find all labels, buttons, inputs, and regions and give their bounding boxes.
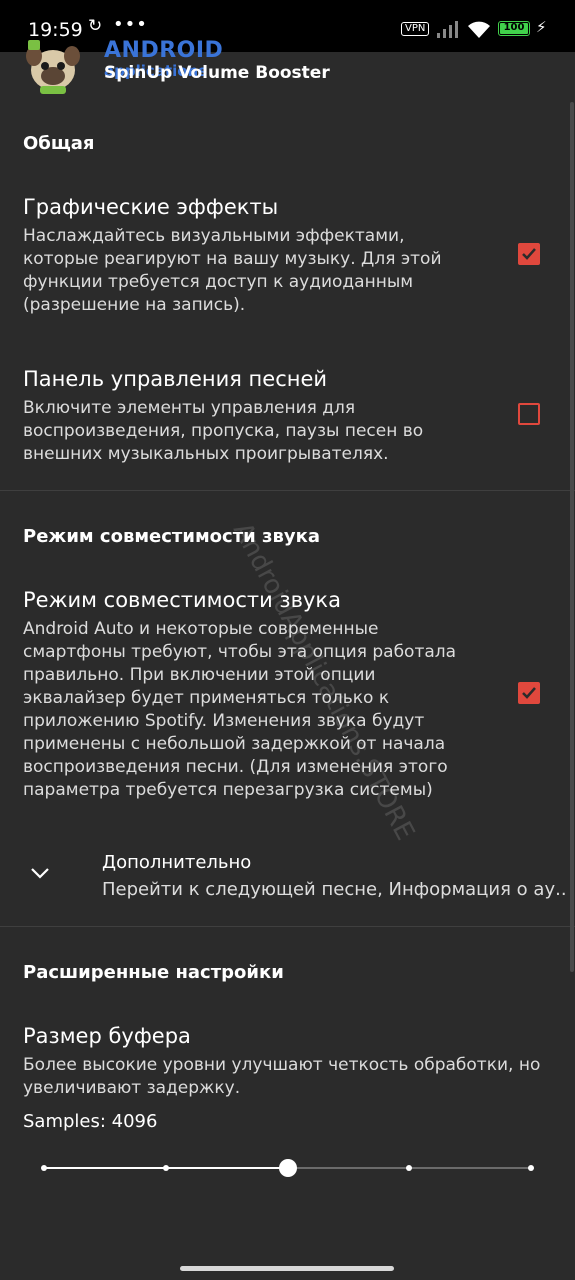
wifi-icon — [468, 21, 490, 38]
pref-summary: Более высокие уровни улучшают четкость о… — [23, 1055, 541, 1098]
section-title-compat: Режим совместимости звука — [23, 526, 320, 547]
pref-title: Размер буфера — [23, 1024, 191, 1048]
pref-summary: Наслаждайтесь визуальными эффектами, кот… — [23, 226, 442, 315]
divider — [0, 926, 575, 927]
song-panel-checkbox[interactable] — [518, 403, 540, 425]
checkmark-icon — [522, 248, 536, 260]
checkmark-icon — [522, 687, 536, 699]
pref-title: Графические эффекты — [23, 195, 279, 219]
more-notifications-icon: ••• — [113, 14, 148, 35]
watermark-logo-word: ANDROID — [104, 38, 224, 63]
status-bar: 19:59 ↻ ••• VPN 100 ⚡ — [0, 0, 575, 52]
section-title-extended: Расширенные настройки — [23, 962, 284, 983]
battery-icon: 100 — [498, 21, 530, 36]
samples-value: Samples: 4096 — [23, 1111, 158, 1132]
advanced-summary: Перейти к следующей песне, Информация о … — [102, 879, 567, 900]
slider-tick — [406, 1165, 413, 1171]
graphic-effects-checkbox[interactable] — [518, 243, 540, 265]
slider-thumb[interactable] — [278, 1159, 297, 1177]
gesture-nav-bar[interactable] — [180, 1266, 394, 1271]
page-title: SpinUp Volume Booster — [104, 63, 330, 83]
chevron-down-icon — [31, 868, 49, 879]
section-title-general: Общая — [23, 133, 95, 154]
battery-level: 100 — [503, 22, 525, 33]
slider-tick — [41, 1165, 47, 1171]
pref-summary: Включите элементы управления для воспрои… — [23, 398, 424, 464]
pref-title: Панель управления песней — [23, 367, 328, 391]
compat-mode-checkbox[interactable] — [518, 682, 540, 704]
advanced-title: Дополнительно — [102, 852, 252, 873]
pug-logo-icon — [26, 40, 80, 94]
divider — [0, 490, 575, 491]
slider-tick — [528, 1165, 534, 1171]
sync-icon: ↻ — [88, 16, 103, 36]
buffer-slider[interactable] — [41, 1159, 534, 1177]
scrollbar[interactable] — [570, 102, 574, 972]
vpn-icon: VPN — [401, 22, 430, 36]
signal-icon — [437, 21, 458, 38]
pref-summary: Android Auto и некоторые современные сма… — [23, 619, 457, 800]
slider-tick — [162, 1165, 169, 1171]
charging-icon: ⚡ — [536, 18, 547, 36]
